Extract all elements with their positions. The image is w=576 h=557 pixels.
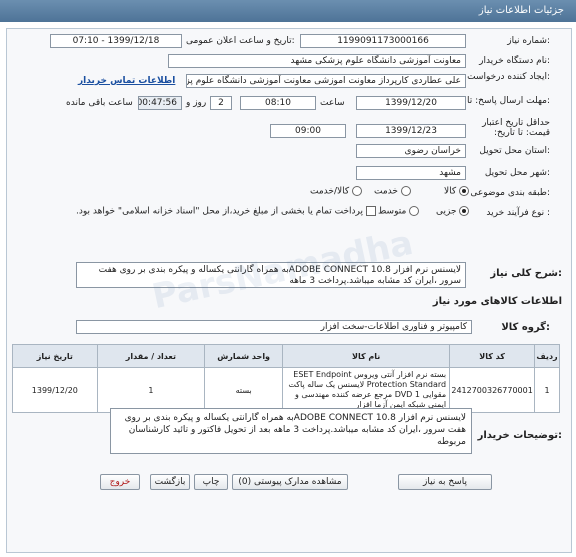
city-label: شهر محل تحویل: bbox=[484, 168, 550, 178]
page-header: جزئیات اطلاعات نیاز bbox=[0, 0, 576, 22]
validity-time-field: 09:00 bbox=[270, 124, 346, 138]
announce-field: 1399/12/18 - 07:10 bbox=[50, 34, 182, 48]
validity-label: حداقل تاریخ اعتبار قیمت: تا تاریخ: bbox=[482, 118, 550, 138]
col-code: کد کالا bbox=[449, 344, 536, 368]
goods-table: ردیف کد کالا نام کالا واحد شمارش تعداد /… bbox=[12, 344, 560, 413]
deadline-time-field: 08:10 bbox=[240, 96, 316, 110]
table-header-row: ردیف کد کالا نام کالا واحد شمارش تعداد /… bbox=[12, 344, 560, 368]
radio-icon[interactable] bbox=[409, 206, 420, 216]
cell-code: 2412700326770001 bbox=[449, 367, 536, 413]
buyer-contact-link[interactable]: اطلاعات تماس خریدار bbox=[78, 76, 175, 86]
city-field: مشهد bbox=[356, 166, 466, 180]
radio-icon[interactable] bbox=[400, 186, 411, 196]
buyer-field: معاونت آموزشی دانشگاه علوم پزشکی مشهد bbox=[168, 54, 466, 68]
radio-selected-icon[interactable] bbox=[459, 186, 470, 196]
remaining-time-field: 00:47:56 bbox=[138, 96, 182, 110]
col-row: ردیف bbox=[534, 344, 560, 368]
creator-field: علی عطاردی کارپرداز معاونت اموزشی معاونت… bbox=[186, 74, 466, 88]
need-number-label: شماره نیاز: bbox=[507, 36, 550, 46]
reply-button[interactable]: پاسخ به نیاز bbox=[398, 474, 492, 490]
page-title: جزئیات اطلاعات نیاز bbox=[478, 5, 564, 16]
process-option-medium[interactable]: متوسط bbox=[378, 206, 420, 217]
province-field: خراسان رضوی bbox=[356, 144, 466, 158]
col-unit: واحد شمارش bbox=[204, 344, 284, 368]
days-label: روز و bbox=[186, 98, 207, 108]
category-option-service[interactable]: خدمت bbox=[374, 186, 411, 197]
category-label: طبقه بندی موضوعی: bbox=[470, 188, 550, 198]
table-row: 1 2412700326770001 بسته نرم افزار آنتی و… bbox=[12, 367, 560, 413]
deadline-date-field: 1399/12/20 bbox=[356, 96, 466, 110]
goods-section-title: اطلاعات کالاهای مورد نیاز bbox=[432, 296, 562, 307]
treasury-payment-option[interactable]: پرداخت تمام یا بخشی از مبلغ خرید،از محل … bbox=[76, 206, 376, 217]
attachments-button[interactable]: مشاهده مدارک پیوستی (0) bbox=[232, 474, 348, 490]
process-option-minor[interactable]: جزیی bbox=[436, 206, 470, 217]
deadline-time-label: ساعت bbox=[320, 98, 345, 108]
col-date: تاریخ نیاز bbox=[12, 344, 98, 368]
remaining-label: ساعت باقی مانده bbox=[66, 98, 133, 108]
days-field: 2 bbox=[210, 96, 232, 110]
radio-icon[interactable] bbox=[352, 186, 363, 196]
buyer-notes-text: لایسنس نرم افزار ADOBE CONNECT 10.8به هم… bbox=[110, 408, 472, 454]
announce-label: تاریخ و ساعت اعلان عمومی: bbox=[186, 36, 295, 46]
process-label: نوع فرآیند خرید : bbox=[486, 208, 550, 218]
need-number-field: 1199091173000166 bbox=[300, 34, 466, 48]
category-option-both[interactable]: کالا/خدمت bbox=[310, 186, 363, 197]
radio-selected-icon[interactable] bbox=[459, 206, 470, 216]
checkbox-icon[interactable] bbox=[365, 206, 376, 216]
cell-qty: 1 bbox=[96, 367, 206, 413]
cell-unit: بسته bbox=[204, 367, 284, 413]
buyer-label: نام دستگاه خریدار: bbox=[479, 56, 550, 66]
summary-label: شرح کلی نیاز: bbox=[490, 268, 562, 279]
print-button[interactable]: چاپ bbox=[194, 474, 228, 490]
cell-name: بسته نرم افزار آنتی ویروس ESET Endpoint … bbox=[282, 367, 451, 413]
category-option-goods[interactable]: کالا bbox=[444, 186, 470, 197]
validity-date-field: 1399/12/23 bbox=[356, 124, 466, 138]
col-name: نام کالا bbox=[282, 344, 451, 368]
creator-label: ایجاد کننده درخواست: bbox=[467, 72, 550, 82]
goods-group-field: کامپیوتر و فناوری اطلاعات-سخت افزار bbox=[76, 320, 472, 334]
province-label: استان محل تحویل: bbox=[479, 146, 550, 156]
col-qty: تعداد / مقدار bbox=[96, 344, 206, 368]
back-button[interactable]: بازگشت bbox=[150, 474, 190, 490]
goods-group-label: گروه کالا: bbox=[501, 322, 550, 333]
exit-button[interactable]: خروج bbox=[100, 474, 140, 490]
buyer-notes-label: توضیحات خریدار: bbox=[477, 430, 562, 441]
cell-row: 1 bbox=[534, 367, 560, 413]
cell-date: 1399/12/20 bbox=[12, 367, 98, 413]
